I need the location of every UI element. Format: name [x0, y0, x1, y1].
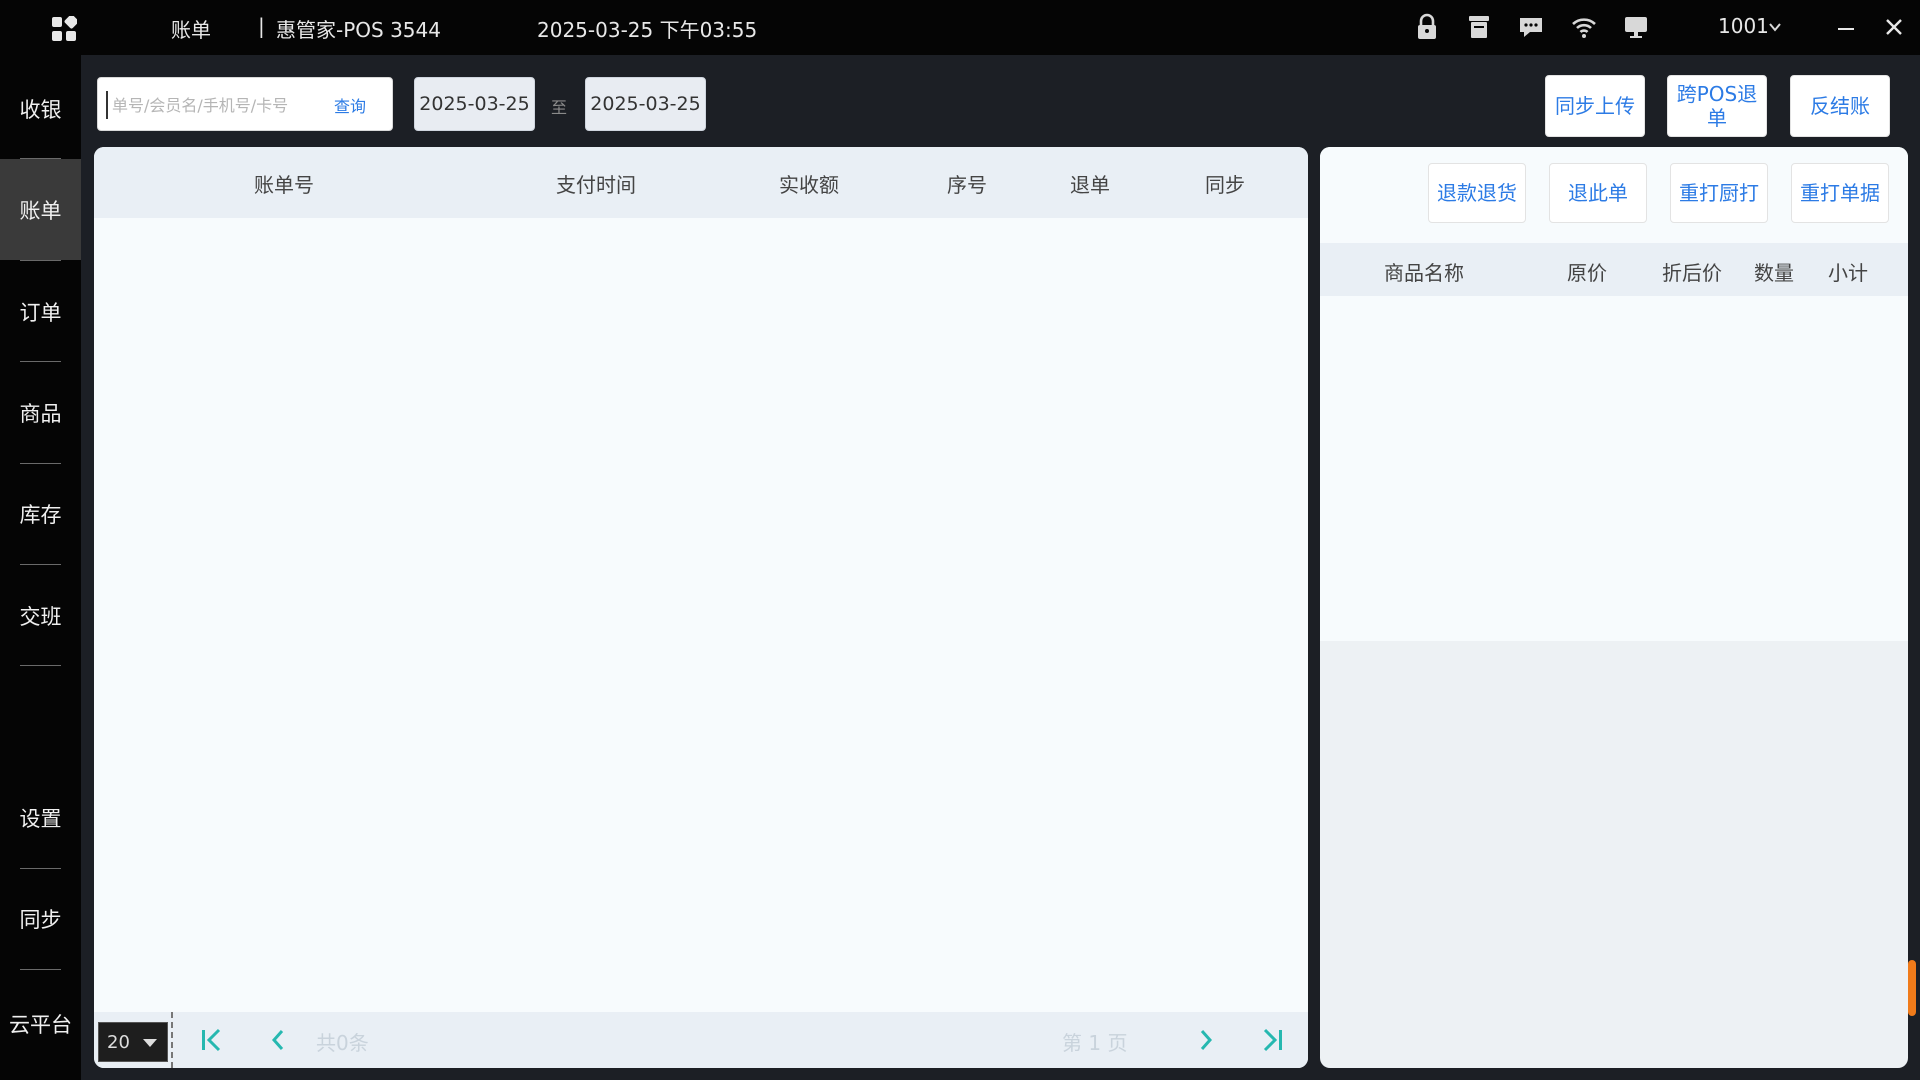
- app-grid-icon[interactable]: [51, 16, 77, 42]
- column-header-original-price: 原价: [1567, 261, 1607, 285]
- query-button[interactable]: 查询: [334, 93, 366, 117]
- first-page-icon[interactable]: [198, 1026, 226, 1054]
- refund-this-bill-button[interactable]: 退此单: [1549, 163, 1647, 223]
- chevron-down-icon[interactable]: [1768, 20, 1782, 34]
- column-header-sync: 同步: [1205, 173, 1245, 197]
- nav-item-bills[interactable]: 账单: [0, 159, 81, 260]
- datetime-display: 2025-03-25 下午03:55: [537, 18, 758, 42]
- pagination-bar: 20 共0条 第 1 页: [94, 1012, 1308, 1068]
- message-icon[interactable]: [1517, 13, 1545, 41]
- search-box: 查询: [97, 77, 393, 131]
- title-separator: |: [258, 14, 265, 38]
- column-header-product-name: 商品名称: [1384, 261, 1464, 285]
- total-count: 共0条: [316, 1031, 369, 1055]
- column-header-pay-time: 支付时间: [556, 173, 636, 197]
- nav-item-cloud-platform[interactable]: 云平台: [0, 973, 81, 1074]
- cross-pos-refund-button[interactable]: 跨POS退单: [1667, 75, 1767, 137]
- nav-divider: [20, 969, 61, 970]
- caret-down-icon: [143, 1039, 157, 1047]
- column-header-refund: 退单: [1070, 173, 1110, 197]
- sidebar-nav: 收银 账单 订单 商品 库存 交班 设置 同步 云平台: [0, 55, 81, 1080]
- detail-table-header: 商品名称 原价 折后价 数量 小计: [1320, 243, 1908, 296]
- reprint-kitchen-button[interactable]: 重打厨打: [1670, 163, 1768, 223]
- nav-item-products[interactable]: 商品: [0, 362, 81, 463]
- current-page-title: 账单: [171, 18, 211, 42]
- nav-item-inventory[interactable]: 库存: [0, 463, 81, 564]
- column-header-bill-no: 账单号: [254, 173, 314, 197]
- next-page-icon[interactable]: [1192, 1026, 1220, 1054]
- scrollbar-thumb[interactable]: [1908, 960, 1916, 1016]
- page-size-select[interactable]: 20: [98, 1022, 168, 1062]
- search-input[interactable]: [106, 91, 326, 119]
- column-header-quantity: 数量: [1754, 261, 1794, 285]
- nav-item-sync[interactable]: 同步: [0, 868, 81, 969]
- nav-item-shift[interactable]: 交班: [0, 565, 81, 666]
- column-header-subtotal: 小计: [1828, 261, 1868, 285]
- reverse-settle-button[interactable]: 反结账: [1790, 75, 1890, 137]
- bill-table-header: 账单号 支付时间 实收额 序号 退单 同步: [94, 147, 1308, 218]
- start-date-picker[interactable]: 2025-03-25: [414, 77, 535, 131]
- close-icon[interactable]: [1884, 17, 1904, 37]
- cash-drawer-icon[interactable]: [1465, 13, 1493, 41]
- last-page-icon[interactable]: [1258, 1026, 1286, 1054]
- detail-action-bar: 退款退货 退此单 重打厨打 重打单据: [1320, 147, 1908, 243]
- pagination-divider: [171, 1012, 173, 1068]
- user-account[interactable]: 1001: [1718, 14, 1769, 38]
- nav-item-orders[interactable]: 订单: [0, 261, 81, 362]
- app-name: 惠管家-POS 3544: [276, 18, 441, 42]
- bill-list-panel: 账单号 支付时间 实收额 序号 退单 同步 20 共0条 第 1 页: [94, 147, 1308, 1068]
- prev-page-icon[interactable]: [264, 1026, 292, 1054]
- refund-return-button[interactable]: 退款退货: [1428, 163, 1526, 223]
- detail-table-body: [1320, 296, 1908, 641]
- bill-table-body: [94, 218, 1308, 1012]
- title-bar: 账单 | 惠管家-POS 3544 2025-03-25 下午03:55 100…: [0, 0, 1920, 55]
- sync-upload-button[interactable]: 同步上传: [1545, 75, 1645, 137]
- column-header-received: 实收额: [779, 173, 839, 197]
- wifi-icon[interactable]: [1570, 13, 1598, 41]
- reprint-receipt-button[interactable]: 重打单据: [1791, 163, 1889, 223]
- minimize-icon[interactable]: [1836, 18, 1856, 38]
- nav-divider: [20, 665, 61, 666]
- current-page: 第 1 页: [1062, 1031, 1128, 1055]
- column-header-serial: 序号: [947, 173, 987, 197]
- monitor-icon[interactable]: [1622, 13, 1650, 41]
- date-range-separator: 至: [551, 98, 568, 117]
- end-date-picker[interactable]: 2025-03-25: [585, 77, 706, 131]
- lock-icon[interactable]: [1413, 13, 1441, 41]
- nav-item-settings[interactable]: 设置: [0, 767, 81, 868]
- bill-detail-panel: 退款退货 退此单 重打厨打 重打单据 商品名称 原价 折后价 数量 小计: [1320, 147, 1908, 1068]
- page-size-value: 20: [107, 1031, 130, 1053]
- nav-item-cashier[interactable]: 收银: [0, 58, 81, 159]
- column-header-discount-price: 折后价: [1662, 261, 1722, 285]
